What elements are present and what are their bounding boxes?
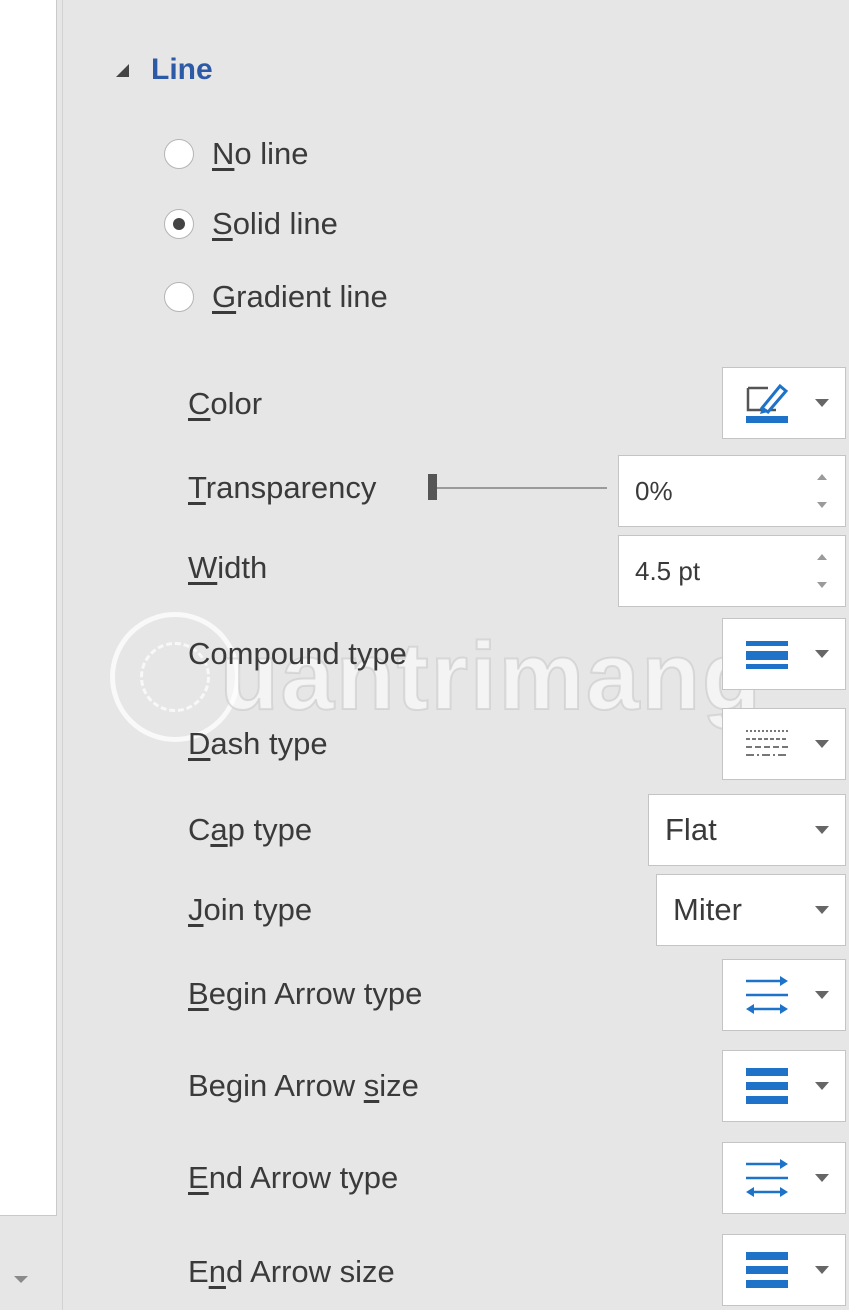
solid-line-option[interactable]: Solid line: [164, 201, 338, 247]
arrow-size-icon: [743, 1246, 791, 1294]
panel-divider: [62, 0, 63, 1310]
transparency-value[interactable]: 0%: [635, 476, 673, 507]
width-spinbox[interactable]: 4.5 pt: [618, 535, 846, 607]
arrow-type-icon: [743, 1154, 791, 1202]
dash-type-label: Dash type: [188, 726, 328, 761]
transparency-spinbox[interactable]: 0%: [618, 455, 846, 527]
radio-label: Solid line: [212, 206, 338, 241]
chevron-down-icon: [815, 826, 829, 834]
width-label: Width: [188, 550, 268, 585]
radio-solid-line[interactable]: [164, 209, 194, 239]
spin-up-icon[interactable]: [817, 474, 827, 480]
end-arrow-size-label: End Arrow size: [188, 1254, 395, 1289]
left-pane-content: [0, 0, 57, 1216]
compound-type-dropdown[interactable]: [722, 618, 846, 690]
chevron-down-icon: [815, 991, 829, 999]
begin-arrow-size-label: Begin Arrow size: [188, 1068, 419, 1103]
chevron-down-icon: [815, 740, 829, 748]
chevron-down-icon: [815, 1082, 829, 1090]
cap-type-value: Flat: [665, 812, 717, 847]
begin-arrow-type-dropdown[interactable]: [722, 959, 846, 1031]
chevron-down-icon: [815, 1266, 829, 1274]
compound-lines-icon: [743, 630, 791, 678]
begin-arrow-size-dropdown[interactable]: [722, 1050, 846, 1122]
radio-gradient-line[interactable]: [164, 282, 194, 312]
begin-arrow-type-label: Begin Arrow type: [188, 976, 423, 1011]
transparency-label: Transparency: [188, 470, 377, 505]
transparency-slider-thumb[interactable]: [428, 474, 437, 500]
compound-type-label: Compound type: [188, 636, 407, 671]
spin-down-icon[interactable]: [817, 582, 827, 588]
gradient-line-option[interactable]: Gradient line: [164, 274, 388, 320]
color-dropdown[interactable]: [722, 367, 846, 439]
color-label: Color: [188, 386, 263, 421]
end-arrow-size-dropdown[interactable]: [722, 1234, 846, 1306]
arrow-size-icon: [743, 1062, 791, 1110]
radio-label: No line: [212, 136, 309, 171]
join-type-value: Miter: [673, 892, 742, 927]
cap-type-label: Cap type: [188, 812, 313, 847]
end-arrow-type-dropdown[interactable]: [722, 1142, 846, 1214]
scroll-down-icon[interactable]: [14, 1276, 28, 1283]
no-line-option[interactable]: No line: [164, 131, 309, 177]
dash-lines-icon: [743, 720, 791, 768]
end-arrow-type-label: End Arrow type: [188, 1160, 399, 1195]
radio-no-line[interactable]: [164, 139, 194, 169]
chevron-down-icon: [815, 399, 829, 407]
join-type-dropdown[interactable]: Miter: [656, 874, 846, 946]
spin-down-icon[interactable]: [817, 502, 827, 508]
radio-label: Gradient line: [212, 279, 388, 314]
join-type-label: Join type: [188, 892, 313, 927]
width-value[interactable]: 4.5 pt: [635, 556, 700, 587]
pen-color-icon: [743, 379, 791, 427]
chevron-down-icon: [815, 906, 829, 914]
chevron-down-icon: [815, 650, 829, 658]
section-title: Line: [151, 53, 213, 86]
arrow-type-icon: [743, 971, 791, 1019]
collapse-triangle-icon[interactable]: [116, 63, 129, 77]
transparency-slider-track[interactable]: [437, 487, 607, 489]
line-section-header[interactable]: Line: [116, 48, 213, 92]
cap-type-dropdown[interactable]: Flat: [648, 794, 846, 866]
spin-up-icon[interactable]: [817, 554, 827, 560]
chevron-down-icon: [815, 1174, 829, 1182]
dash-type-dropdown[interactable]: [722, 708, 846, 780]
